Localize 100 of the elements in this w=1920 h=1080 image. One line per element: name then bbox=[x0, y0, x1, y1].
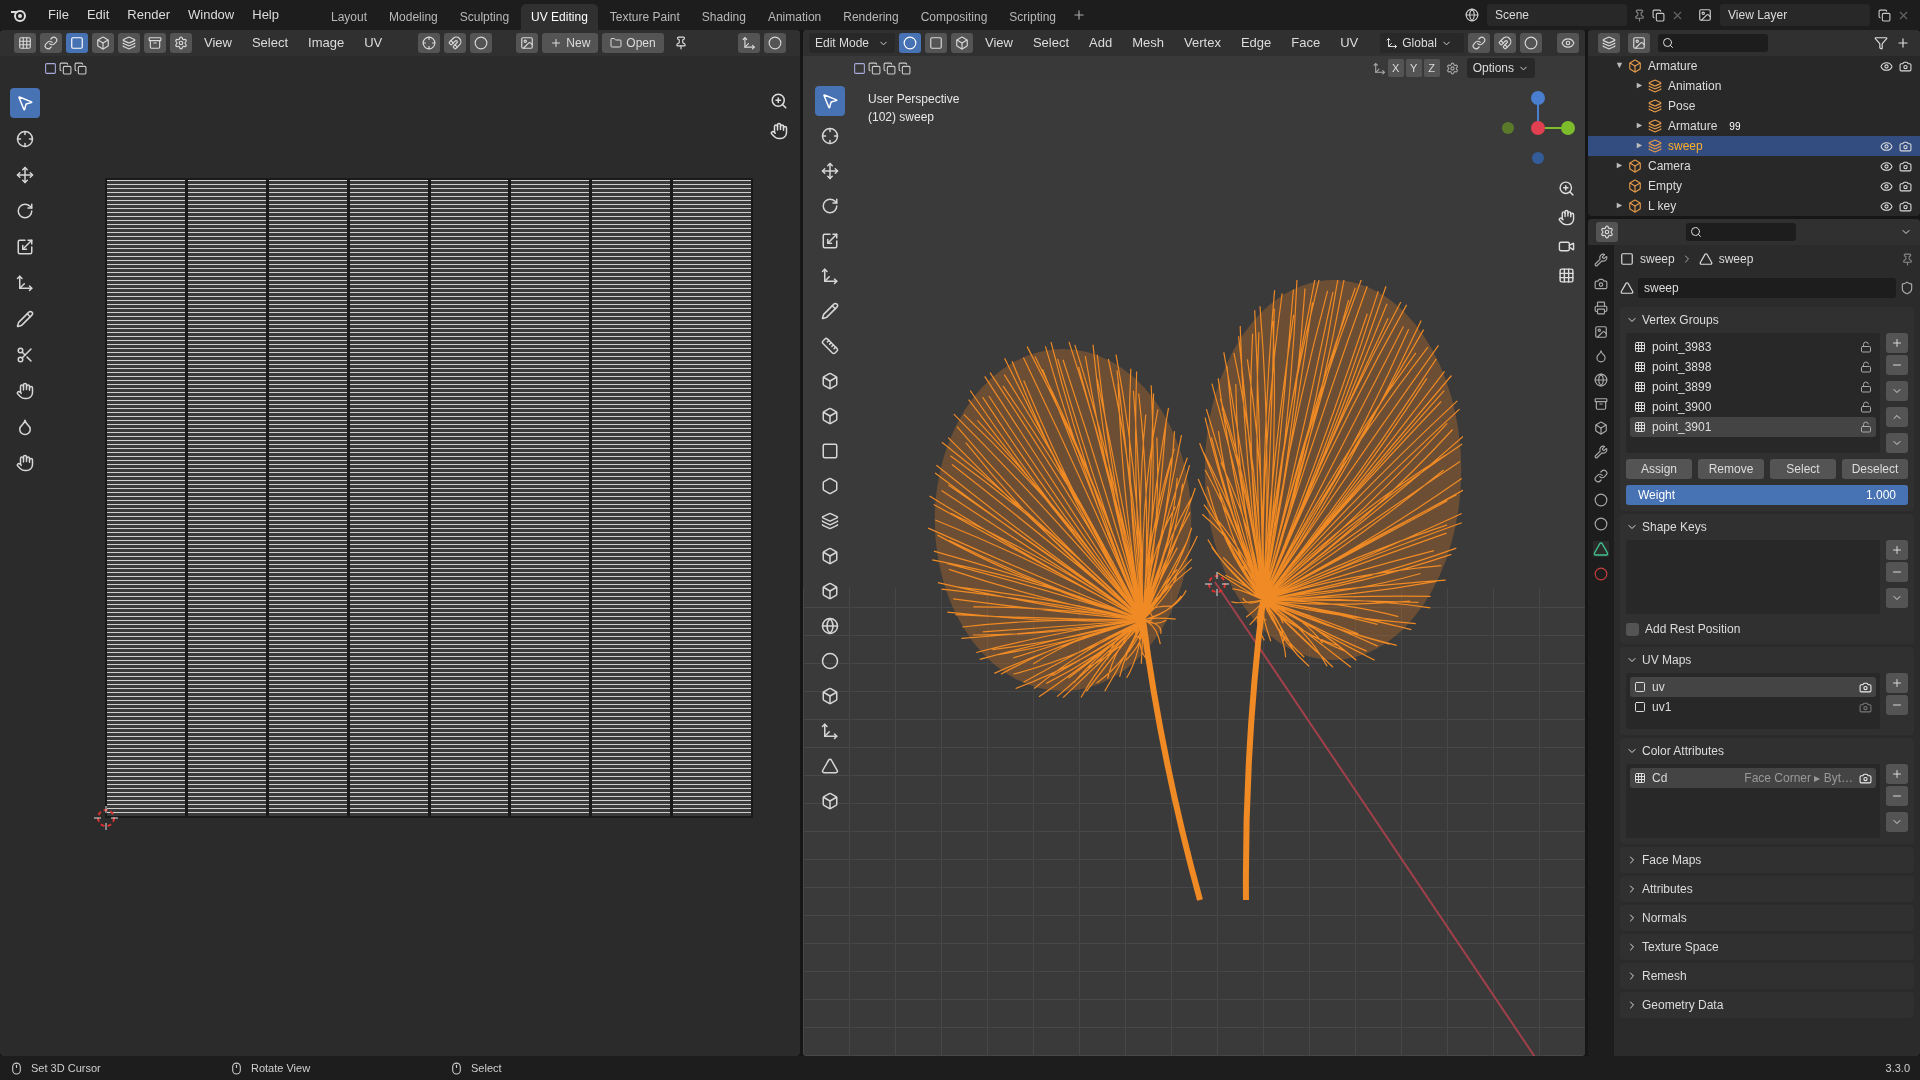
tool-button[interactable] bbox=[815, 86, 845, 116]
add-button[interactable] bbox=[1886, 673, 1908, 693]
disclosure-arrow[interactable]: ▼ bbox=[1615, 59, 1624, 73]
menu-item[interactable]: View bbox=[196, 32, 240, 54]
menu-item[interactable]: Help bbox=[244, 4, 287, 26]
select-mode-button[interactable] bbox=[144, 33, 166, 53]
proportional-button[interactable] bbox=[470, 33, 493, 53]
move-up-button[interactable] bbox=[1886, 407, 1908, 427]
search-field[interactable] bbox=[1658, 34, 1768, 52]
select-mode-button[interactable] bbox=[899, 33, 921, 53]
editor-type-button[interactable] bbox=[14, 33, 36, 53]
mirror-axis-toggle[interactable]: Y bbox=[1405, 59, 1422, 77]
add-button[interactable] bbox=[1886, 540, 1908, 560]
disclosure-arrow[interactable]: ► bbox=[1635, 139, 1644, 153]
panel-header[interactable]: Geometry Data bbox=[1620, 992, 1914, 1018]
add-button[interactable] bbox=[1886, 764, 1908, 784]
vertex-group-action-button[interactable]: Remove bbox=[1698, 459, 1764, 479]
outliner-row[interactable]: ► sweep bbox=[1588, 136, 1920, 156]
mirror-axis-toggle[interactable]: Z bbox=[1423, 59, 1440, 77]
workspace-tab[interactable]: Rendering bbox=[833, 4, 909, 30]
menu-item[interactable]: View bbox=[977, 32, 1021, 54]
outliner-row[interactable]: ► Camera bbox=[1588, 156, 1920, 176]
menu-item[interactable]: UV bbox=[356, 32, 391, 54]
search-field[interactable] bbox=[1686, 223, 1796, 241]
color-attribute-row[interactable]: Cd Face Corner ▸ Byt… bbox=[1630, 768, 1876, 788]
remove-button[interactable] bbox=[1886, 695, 1908, 715]
snap-button[interactable] bbox=[444, 33, 467, 53]
menu-item[interactable]: Face bbox=[1283, 32, 1329, 54]
workspace-tab[interactable]: Texture Paint bbox=[599, 4, 690, 30]
specials-button[interactable] bbox=[1886, 588, 1908, 608]
open-image-button[interactable]: Open bbox=[602, 33, 664, 53]
add-button[interactable] bbox=[1886, 333, 1908, 353]
view-layer-field[interactable]: View Layer bbox=[1720, 4, 1870, 26]
disclosure-arrow[interactable]: ► bbox=[1615, 159, 1624, 173]
workspace-tab[interactable]: Layout bbox=[321, 4, 378, 30]
menu-item[interactable]: Render bbox=[119, 4, 178, 26]
menu-item[interactable]: UV bbox=[1332, 32, 1367, 54]
remove-button[interactable] bbox=[1886, 355, 1908, 375]
menu-item[interactable]: Vertex bbox=[1176, 32, 1229, 54]
panel-header[interactable]: Texture Space bbox=[1620, 934, 1914, 960]
visibility-button[interactable] bbox=[1557, 33, 1579, 53]
tool-button[interactable] bbox=[10, 88, 40, 118]
panel-header[interactable]: Color Attributes bbox=[1620, 738, 1914, 764]
vertex-group-action-button[interactable]: Assign bbox=[1626, 459, 1692, 479]
workspace-tab[interactable]: Sculpting bbox=[449, 4, 520, 30]
vertex-group-row[interactable]: point_3899 bbox=[1630, 377, 1876, 397]
gizmo-toggle-button[interactable] bbox=[738, 33, 760, 53]
vertex-group-row[interactable]: point_3901 bbox=[1630, 417, 1876, 437]
workspace-tab[interactable]: Shading bbox=[691, 4, 756, 30]
panel-header[interactable]: Remesh bbox=[1620, 963, 1914, 989]
disclosure-arrow[interactable]: ► bbox=[1635, 119, 1644, 133]
panel-header[interactable]: UV Maps bbox=[1620, 647, 1914, 673]
mesh-name-field[interactable]: sweep bbox=[1638, 278, 1896, 298]
outliner-row[interactable]: Empty bbox=[1588, 176, 1920, 196]
menu-item[interactable]: Select bbox=[243, 32, 297, 54]
panel-header[interactable]: Normals bbox=[1620, 905, 1914, 931]
outliner-row[interactable]: ► Animation bbox=[1588, 76, 1920, 96]
panel-header[interactable]: Shape Keys bbox=[1620, 514, 1914, 540]
proportional-button[interactable] bbox=[1520, 33, 1543, 53]
select-mode-button[interactable] bbox=[118, 33, 140, 53]
workspace-tab[interactable]: Scripting bbox=[999, 4, 1067, 30]
specials-button[interactable] bbox=[1886, 381, 1908, 401]
overlay-toggle-button[interactable] bbox=[764, 33, 786, 53]
menu-item[interactable]: Add bbox=[1081, 32, 1121, 54]
vertex-group-action-button[interactable]: Select bbox=[1770, 459, 1836, 479]
panel-header[interactable]: Vertex Groups bbox=[1620, 307, 1914, 333]
disclosure-arrow[interactable]: ► bbox=[1615, 199, 1624, 213]
sync-selection-button[interactable] bbox=[40, 33, 62, 53]
panel-header[interactable]: Face Maps bbox=[1620, 847, 1914, 873]
image-browse-button[interactable] bbox=[516, 33, 539, 53]
vertex-group-action-button[interactable]: Deselect bbox=[1842, 459, 1908, 479]
move-down-button[interactable] bbox=[1886, 433, 1908, 453]
menu-item[interactable]: File bbox=[40, 4, 77, 26]
remove-button[interactable] bbox=[1886, 562, 1908, 582]
orientation-dropdown[interactable]: Global bbox=[1380, 33, 1465, 53]
options-dropdown[interactable]: Options bbox=[1466, 58, 1535, 78]
menu-item[interactable]: Edit bbox=[78, 4, 118, 26]
outliner-row[interactable]: Pose bbox=[1588, 96, 1920, 116]
vertex-group-row[interactable]: point_3900 bbox=[1630, 397, 1876, 417]
filter-mode-button[interactable] bbox=[1628, 33, 1650, 53]
outliner-row[interactable]: ▼ Armature bbox=[1588, 56, 1920, 76]
mirror-axis-toggle[interactable]: X bbox=[1387, 59, 1404, 77]
pivot-button[interactable] bbox=[418, 33, 441, 53]
editor-type-button[interactable] bbox=[1596, 222, 1618, 242]
select-mode-button[interactable] bbox=[925, 33, 947, 53]
vertex-group-row[interactable]: point_3898 bbox=[1630, 357, 1876, 377]
checkbox[interactable] bbox=[1626, 622, 1639, 636]
panel-header[interactable]: Attributes bbox=[1620, 876, 1914, 902]
menu-item[interactable]: Window bbox=[180, 4, 243, 26]
snap-button[interactable] bbox=[1494, 33, 1517, 53]
display-mode-button[interactable] bbox=[1598, 33, 1620, 53]
workspace-tab[interactable]: Compositing bbox=[910, 4, 998, 30]
app-logo-icon[interactable] bbox=[10, 7, 28, 23]
uv-map-row[interactable]: uv1 bbox=[1630, 697, 1876, 717]
menu-item[interactable]: Edge bbox=[1232, 32, 1280, 54]
select-mode-button[interactable] bbox=[66, 33, 88, 53]
outliner-row[interactable]: ► Armature 99 bbox=[1588, 116, 1920, 136]
select-mode-button[interactable] bbox=[951, 33, 973, 53]
weight-slider[interactable]: Weight 1.000 bbox=[1626, 485, 1908, 505]
vertex-group-row[interactable]: point_3983 bbox=[1630, 337, 1876, 357]
